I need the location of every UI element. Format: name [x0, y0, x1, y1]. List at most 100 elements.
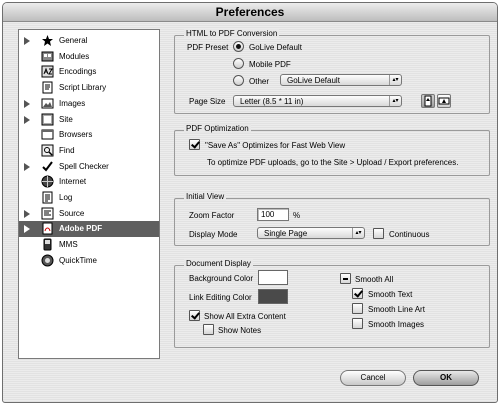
sidebar-item[interactable]: Source	[19, 206, 159, 222]
sidebar-item-label: Modules	[59, 51, 90, 61]
continuous-label: Continuous	[389, 230, 430, 239]
mms-icon	[41, 238, 54, 251]
radio-golive-default-label: GoLive Default	[249, 43, 302, 52]
internet-icon	[41, 175, 54, 188]
sidebar-item[interactable]: Spell Checker	[19, 159, 159, 175]
link-editing-color-swatch[interactable]	[258, 289, 288, 304]
sidebar-item[interactable]: QuickTime	[19, 253, 159, 269]
smooth-line-art-label: Smooth Line Art	[368, 305, 425, 314]
smooth-images-checkbox[interactable]	[352, 318, 363, 329]
disclosure-triangle-icon[interactable]	[24, 115, 30, 124]
save-as-optimize-label: "Save As" Optimizes for Fast Web View	[205, 141, 346, 150]
sidebar-item-label: Images	[59, 98, 86, 108]
sidebar-item[interactable]: MMS	[19, 237, 159, 253]
background-color-label: Background Color	[189, 274, 254, 283]
sidebar-item-label: MMS	[59, 240, 78, 250]
smooth-line-art-checkbox[interactable]	[352, 303, 363, 314]
sidebar-item-label: Browsers	[59, 130, 93, 140]
sidebar-item-label: Source	[59, 208, 85, 218]
zoom-factor-field[interactable]	[257, 208, 289, 221]
landscape-orientation-button[interactable]	[437, 94, 451, 108]
document-display-title: Document Display	[184, 259, 253, 268]
sidebar-item[interactable]: Script Library	[19, 80, 159, 96]
page-size-popup[interactable]: Letter (8.5 * 11 in) ▴▾	[233, 95, 402, 107]
zoom-unit: %	[293, 211, 301, 220]
zoom-factor-input[interactable]	[258, 209, 288, 220]
background-color-swatch[interactable]	[258, 270, 288, 285]
sidebar-item[interactable]: General	[19, 33, 159, 49]
sidebar-item[interactable]: Images	[19, 96, 159, 112]
sidebar-item-label: Encodings	[59, 67, 97, 77]
landscape-icon	[438, 97, 450, 105]
show-notes-label: Show Notes	[218, 326, 262, 335]
popup-arrows-icon: ▴▾	[389, 75, 401, 85]
show-notes-checkbox[interactable]	[203, 324, 214, 335]
save-as-optimize-checkbox[interactable]	[189, 139, 200, 150]
sidebar-item[interactable]: Modules	[19, 49, 159, 65]
sidebar-item-label: Find	[59, 145, 75, 155]
source-icon	[41, 207, 54, 220]
sidebar-item-label: General	[59, 36, 88, 45]
popup-arrows-icon: ▴▾	[389, 96, 401, 106]
quicktime-icon	[41, 254, 54, 267]
radio-golive-default[interactable]	[233, 41, 244, 52]
smooth-all-checkbox[interactable]	[340, 273, 351, 284]
sidebar-item-label: Log	[59, 193, 73, 202]
smooth-all-label: Smooth All	[355, 275, 394, 284]
display-mode-label: Display Mode	[189, 230, 238, 239]
smooth-text-checkbox[interactable]	[352, 288, 363, 299]
pdf-optimization-group	[174, 130, 490, 176]
sidebar: General Modules Encodings Script Library Ima…	[18, 29, 160, 359]
sidebar-item[interactable]: Find	[19, 143, 159, 159]
sidebar-item-label: Internet	[59, 177, 87, 187]
radio-other[interactable]	[233, 75, 244, 86]
smooth-images-label: Smooth Images	[368, 320, 425, 329]
pdf-optimization-title: PDF Optimization	[184, 124, 251, 133]
radio-other-label: Other	[249, 77, 270, 86]
page-size-value: Letter (8.5 * 11 in)	[240, 97, 304, 106]
disclosure-triangle-icon[interactable]	[24, 99, 30, 108]
script-library-icon	[41, 81, 54, 94]
disclosure-triangle-icon[interactable]	[24, 37, 30, 45]
spell-checker-icon	[41, 160, 54, 173]
radio-mobile-pdf-label: Mobile PDF	[249, 60, 291, 69]
page-size-label: Page Size	[189, 97, 226, 106]
display-mode-popup[interactable]: Single Page ▴▾	[257, 227, 365, 239]
other-preset-value: GoLive Default	[287, 76, 340, 85]
sidebar-item[interactable]: Encodings	[19, 64, 159, 80]
continuous-checkbox[interactable]	[373, 228, 384, 239]
zoom-factor-label: Zoom Factor	[189, 211, 235, 220]
disclosure-triangle-icon[interactable]	[24, 225, 30, 234]
sidebar-item[interactable]: Site	[19, 112, 159, 128]
popup-arrows-icon: ▴▾	[352, 228, 364, 238]
site-icon	[41, 113, 54, 126]
ok-button[interactable]: OK	[413, 370, 479, 386]
sidebar-item-label: Site	[59, 114, 73, 124]
title-bar[interactable]: Preferences	[3, 3, 497, 22]
show-extra-content-checkbox[interactable]	[189, 310, 200, 321]
sidebar-item[interactable]: Log	[19, 190, 159, 206]
other-preset-popup[interactable]: GoLive Default ▴▾	[280, 74, 402, 86]
modules-icon	[41, 50, 54, 63]
cancel-button[interactable]: Cancel	[340, 370, 406, 386]
portrait-orientation-button[interactable]	[421, 94, 435, 108]
disclosure-triangle-icon[interactable]	[24, 209, 30, 218]
radio-mobile-pdf[interactable]	[233, 58, 244, 69]
show-extra-content-label: Show All Extra Content	[204, 312, 286, 321]
pdf-optimization-note: To optimize PDF uploads, go to the Site …	[207, 158, 459, 167]
star-icon	[41, 34, 54, 47]
display-mode-value: Single Page	[264, 229, 308, 238]
disclosure-triangle-icon[interactable]	[24, 162, 30, 171]
sidebar-item[interactable]: Browsers	[19, 127, 159, 143]
find-icon	[41, 144, 54, 157]
sidebar-item[interactable]: Internet	[19, 174, 159, 190]
sidebar-item-label: Adobe PDF	[59, 224, 103, 234]
pdf-preset-label: PDF Preset	[187, 43, 229, 52]
images-icon	[41, 97, 54, 110]
link-editing-color-label: Link Editing Color	[189, 293, 252, 302]
window-title: Preferences	[215, 5, 285, 19]
log-icon	[41, 191, 54, 204]
encodings-icon	[41, 65, 54, 78]
smooth-text-label: Smooth Text	[368, 290, 413, 299]
sidebar-item[interactable]: Adobe PDF	[19, 221, 159, 238]
